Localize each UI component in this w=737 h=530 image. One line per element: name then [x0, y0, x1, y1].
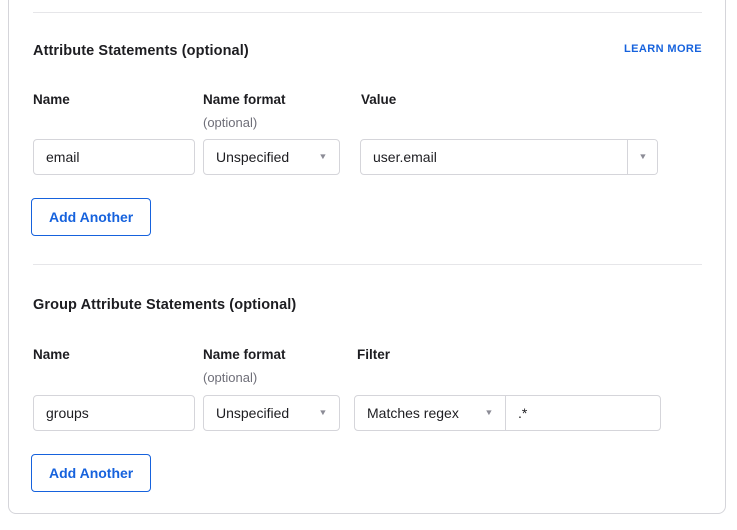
attribute-name-format-value: Unspecified: [216, 149, 289, 165]
group-attribute-filter-type-select[interactable]: Matches regex ▼: [355, 396, 506, 430]
group-attribute-filter-value-input[interactable]: [506, 396, 660, 430]
group-attribute-statements-title: Group Attribute Statements (optional): [33, 297, 296, 313]
column-note-optional: (optional): [203, 370, 257, 385]
learn-more-link[interactable]: LEARN MORE: [624, 43, 702, 55]
attribute-value-input[interactable]: [361, 140, 627, 174]
caret-down-icon: ▼: [318, 153, 327, 161]
attribute-statements-title: Attribute Statements (optional): [33, 43, 249, 59]
caret-down-icon: ▼: [484, 409, 493, 417]
attribute-name-input[interactable]: [33, 139, 195, 175]
attribute-value-group: ▼: [360, 139, 658, 175]
add-another-attribute-button[interactable]: Add Another: [31, 198, 151, 236]
attribute-name-format-select[interactable]: Unspecified ▼: [203, 139, 340, 175]
attribute-value-dropdown-button[interactable]: ▼: [627, 140, 657, 174]
group-attribute-name-format-value: Unspecified: [216, 405, 289, 421]
column-note-optional: (optional): [203, 115, 257, 130]
divider: [33, 264, 702, 265]
caret-down-icon: ▼: [638, 153, 647, 161]
column-header-filter: Filter: [357, 347, 390, 362]
divider: [33, 12, 702, 13]
group-attribute-name-format-select[interactable]: Unspecified ▼: [203, 395, 340, 431]
column-header-name-format: Name format: [203, 92, 286, 107]
column-header-name-format: Name format: [203, 347, 286, 362]
group-attribute-filter-group: Matches regex ▼: [354, 395, 661, 431]
column-header-name: Name: [33, 347, 70, 362]
column-header-name: Name: [33, 92, 70, 107]
saml-settings-card: [8, 0, 726, 514]
add-another-group-attribute-button[interactable]: Add Another: [31, 454, 151, 492]
group-attribute-name-input[interactable]: [33, 395, 195, 431]
caret-down-icon: ▼: [318, 409, 327, 417]
column-header-value: Value: [361, 92, 396, 107]
group-attribute-filter-type-value: Matches regex: [367, 405, 459, 421]
